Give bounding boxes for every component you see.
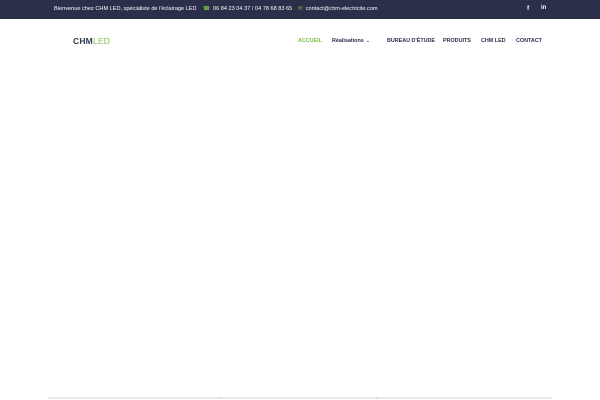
main-nav: ACCUEIL Réalisations ⌄ BUREAU D'ÉTUDE PRO… (0, 37, 600, 47)
nav-item-realisations[interactable]: Réalisations ⌄ (332, 37, 370, 45)
main-content (0, 63, 600, 397)
facebook-icon[interactable]: f (527, 5, 529, 12)
nav-item-contact[interactable]: CONTACT (516, 37, 542, 45)
welcome-text: Bienvenue chez CHM LED, spécialiste de l… (54, 6, 197, 12)
envelope-icon: ✉ (298, 6, 303, 12)
divider-tick (220, 397, 221, 399)
top-bar: Bienvenue chez CHM LED, spécialiste de l… (0, 0, 600, 19)
divider-tick (376, 397, 377, 399)
site-header: CHMLED ACCUEIL Réalisations ⌄ BUREAU D'ÉT… (0, 19, 600, 63)
phone-contact[interactable]: ☎ 06 84 23 04 37 / 04 78 68 83 65 (203, 6, 292, 12)
phone-numbers[interactable]: 06 84 23 04 37 / 04 78 68 83 65 (213, 6, 292, 12)
phone-icon: ☎ (203, 6, 210, 12)
email-contact[interactable]: ✉ contact@chm-electricite.com (298, 6, 378, 12)
nav-item-chm-led[interactable]: CHM LED (481, 37, 506, 45)
email-link[interactable]: contact@chm-electricite.com (306, 6, 378, 12)
nav-item-produits[interactable]: PRODUITS (443, 37, 471, 45)
nav-label-realisations: Réalisations (332, 38, 364, 44)
nav-item-accueil[interactable]: ACCUEIL (298, 37, 322, 45)
chevron-down-icon: ⌄ (365, 38, 370, 44)
bottom-divider (48, 397, 552, 399)
linkedin-icon[interactable]: in (541, 5, 546, 11)
nav-item-bureau-etude[interactable]: BUREAU D'ÉTUDE (387, 37, 435, 45)
